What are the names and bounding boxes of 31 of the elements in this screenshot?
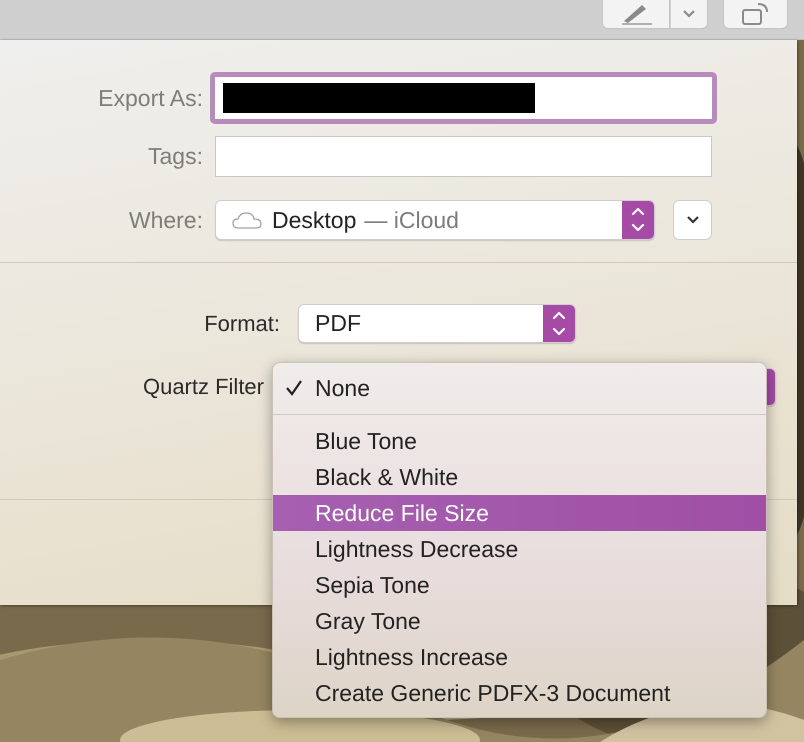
stepper-icon (622, 201, 654, 239)
location-account: — iCloud (364, 206, 459, 234)
chevron-down-icon (686, 215, 700, 225)
chevron-down-icon (682, 9, 696, 19)
menu-item[interactable]: Lightness Decrease (273, 531, 766, 567)
location-popup[interactable]: Desktop — iCloud (215, 200, 655, 240)
field-label: Where: (128, 206, 203, 234)
menu-item[interactable]: Black & White (273, 459, 766, 495)
menu-item[interactable]: Gray Tone (273, 603, 766, 639)
field-label: Tags: (147, 143, 203, 170)
format-value: PDF (315, 310, 361, 337)
menu-item[interactable]: Reduce File Size (273, 495, 766, 531)
menu-item[interactable]: None (273, 370, 766, 406)
field-label: Quartz Filter (142, 374, 264, 400)
export-as-field[interactable] (210, 72, 717, 124)
field-label: Export As: (97, 84, 203, 112)
menu-item[interactable]: Blue Tone (273, 423, 766, 459)
dropdown-button[interactable] (670, 0, 708, 29)
location-folder: Desktop (272, 206, 356, 234)
tags-field[interactable] (215, 136, 712, 177)
stepper-icon (543, 305, 575, 342)
menu-item[interactable]: Lightness Increase (273, 639, 766, 675)
field-label: Format: (203, 310, 280, 336)
format-popup[interactable]: PDF (298, 304, 576, 343)
cloud-icon (232, 210, 262, 230)
expand-button[interactable] (673, 200, 712, 240)
markup-button[interactable] (602, 0, 670, 29)
menu-item[interactable]: Create Generic PDFX-3 Document (273, 675, 766, 711)
checkmark-icon (285, 380, 303, 396)
rotate-button[interactable] (723, 0, 788, 29)
menu-item[interactable]: Sepia Tone (273, 567, 766, 603)
